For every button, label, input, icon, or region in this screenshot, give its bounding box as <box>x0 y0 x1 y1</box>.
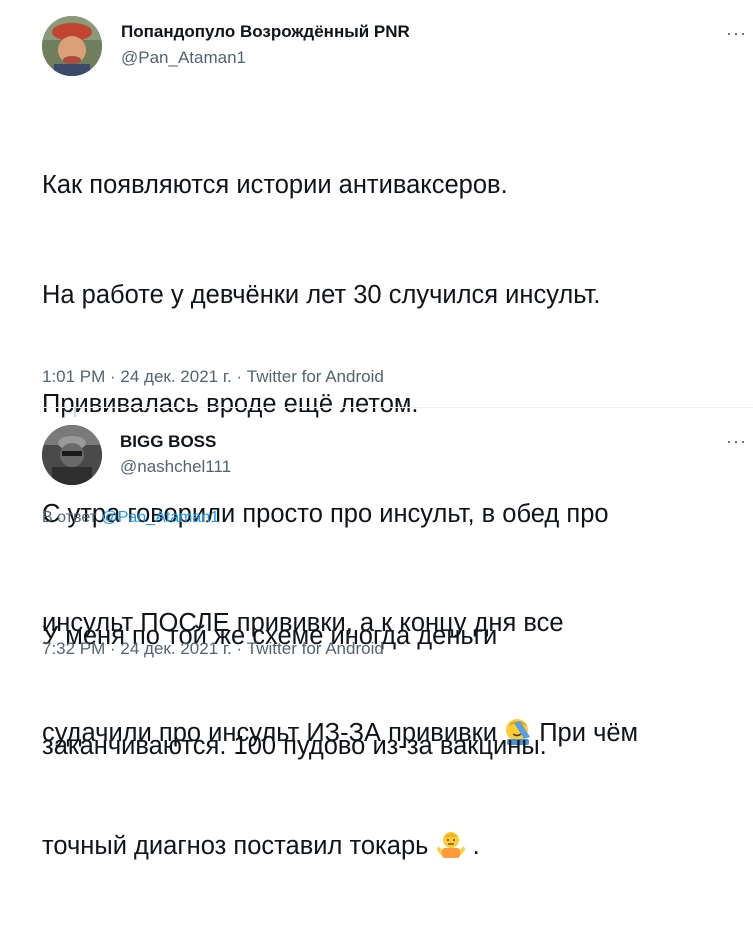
tweet-line: Как появляются истории антиваксеров. <box>42 171 508 199</box>
avatar[interactable] <box>42 425 102 485</box>
tweet-line: заканчиваются. 100 пудово из-за вакцины. <box>42 731 547 760</box>
display-name[interactable]: Попандопуло Возрождённый PNR <box>121 22 410 42</box>
more-options-icon[interactable]: ··· <box>726 432 747 450</box>
tweet-line-segment: При чём <box>532 718 639 747</box>
tweet-timestamp[interactable]: 1:01 PM · 24 дек. 2021 г. · Twitter for … <box>42 367 384 387</box>
tweet-timestamp[interactable]: 7:32 PM · 24 дек. 2021 г. · Twitter for … <box>42 639 384 659</box>
avatar-image <box>42 425 102 485</box>
user-handle[interactable]: @Pan_Ataman1 <box>121 48 246 68</box>
tweet-1: Попандопуло Возрождённый PNR @Pan_Ataman… <box>0 0 753 860</box>
avatar[interactable] <box>42 16 102 76</box>
tweet-text: У меня по той же схеме иногда деньги зак… <box>42 545 547 837</box>
reply-prefix: В ответ <box>42 509 98 526</box>
tweet-2: BIGG BOSS @nashchel111 ··· В ответ @Pan_… <box>0 408 753 760</box>
tweet-line: На работе у девчёнки лет 30 случился инс… <box>42 280 601 309</box>
display-name[interactable]: BIGG BOSS <box>120 432 216 452</box>
reply-to-label: В ответ @Pan_Ataman1 <box>42 509 219 527</box>
more-options-icon[interactable]: ··· <box>726 24 747 42</box>
user-handle[interactable]: @nashchel111 <box>120 457 231 477</box>
reply-handle-link[interactable]: @Pan_Ataman1 <box>101 509 219 526</box>
avatar-image <box>42 16 102 76</box>
